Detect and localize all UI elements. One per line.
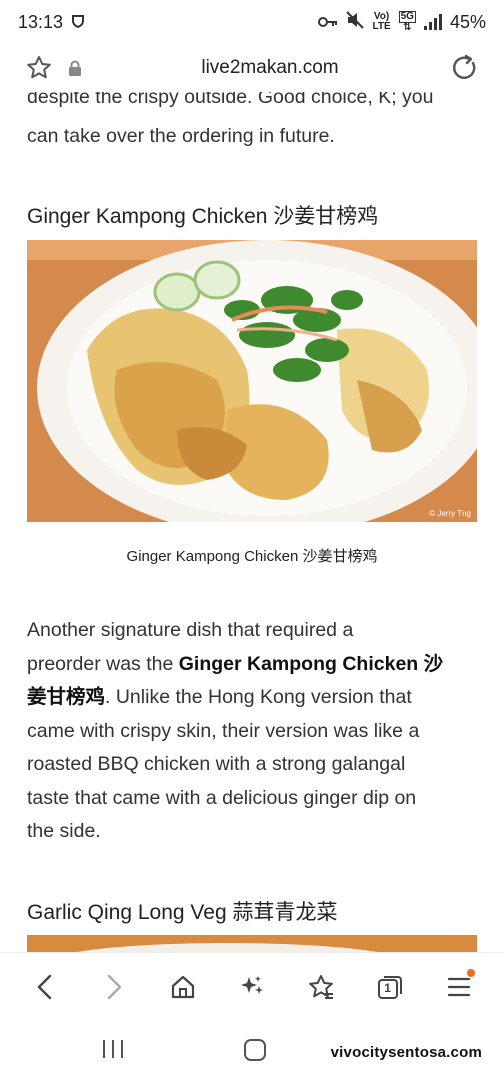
battery-level: 45% (449, 11, 486, 32)
photo-credit: © Jerry Tng (429, 509, 471, 518)
signal-icon (423, 14, 442, 30)
paragraph-line-5: roasted BBQ chicken with a strong galang… (27, 753, 406, 775)
reload-icon[interactable] (450, 53, 480, 83)
paragraph-line-3: 姜甘榜鸡. Unlike the Hong Kong version that (27, 686, 412, 708)
heading-garlic-veg: Garlic Qing Long Veg 蒜茸青龙菜 (27, 901, 338, 924)
heading-ginger-chicken: Ginger Kampong Chicken 沙姜甘榜鸡 (27, 205, 379, 228)
network-type: 5G ⇅ (398, 11, 416, 33)
paragraph-line-4: came with crispy skin, their version was… (27, 720, 420, 742)
watermark-text: vivocitysentosa.com (326, 1043, 486, 1062)
article-content: despite the crispy outside. Good choice,… (0, 92, 504, 952)
notification-dot (467, 968, 476, 977)
paragraph-line-2: preorder was the Ginger Kampong Chicken … (27, 653, 444, 675)
paragraph-line-6: taste that came with a delicious ginger … (27, 787, 417, 809)
forward-button[interactable] (92, 965, 136, 1009)
photo-caption: Ginger Kampong Chicken 沙姜甘榜鸡 (126, 548, 378, 565)
back-button[interactable] (23, 965, 67, 1009)
paragraph-line-7: the side. (27, 820, 101, 842)
browser-bottom-toolbar: 1 (0, 952, 504, 1020)
sparkle-assistant-icon[interactable] (230, 965, 274, 1009)
system-home-button[interactable] (243, 1038, 267, 1067)
recent-apps-button[interactable] (100, 1038, 126, 1065)
intro-line-1: despite the crispy outside. Good choice,… (27, 92, 434, 108)
dish-name-bold: Ginger Kampong Chicken 沙 (178, 653, 444, 675)
tabs-button[interactable]: 1 (368, 965, 412, 1009)
mute-icon (346, 10, 365, 34)
status-bar: 13:13 Vo) LTE 5G ⇅ 45% (0, 0, 504, 44)
bookmarks-button[interactable] (299, 965, 343, 1009)
lock-icon (60, 53, 90, 83)
home-button[interactable] (161, 965, 205, 1009)
ginger-chicken-photo[interactable]: © Jerry Tng (27, 240, 477, 522)
url-text[interactable]: live2makan.com (90, 57, 450, 79)
menu-button[interactable] (437, 965, 481, 1009)
paragraph-line-1: Another signature dish that required a (27, 619, 354, 641)
key-icon (318, 12, 338, 33)
data-arrows-icon: ⇅ (403, 22, 412, 33)
tab-count: 1 (384, 980, 391, 995)
shield-notification-icon (71, 12, 85, 33)
garlic-veg-photo[interactable] (27, 935, 477, 952)
clock: 13:13 (18, 11, 64, 32)
volte-indicator: Vo) LTE (372, 11, 391, 32)
intro-line-2: can take over the ordering in future. (27, 125, 335, 147)
browser-url-bar: live2makan.com (0, 44, 504, 92)
bookmark-star-icon[interactable] (24, 53, 54, 83)
